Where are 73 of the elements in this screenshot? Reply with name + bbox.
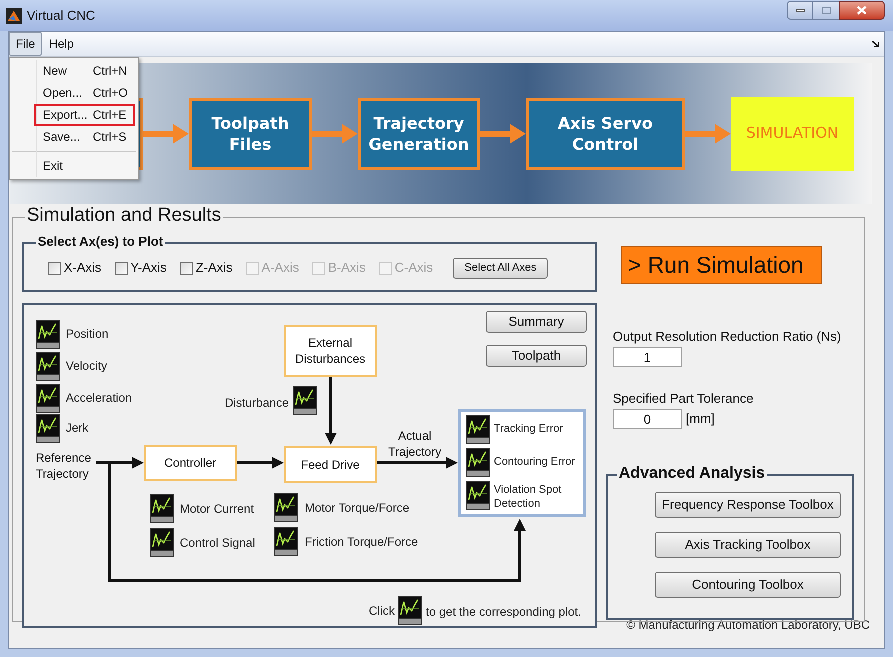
axis-checkbox[interactable]: Y-Axis: [114, 258, 167, 278]
toolbox-button[interactable]: Frequency Response Toolbox: [655, 492, 841, 518]
setting-label: Output Resolution Reduction Ratio (Ns): [613, 329, 842, 345]
close-button[interactable]: [839, 1, 885, 20]
plot-label: Acceleration: [66, 391, 132, 406]
setting-label: Specified Part Tolerance: [613, 391, 755, 407]
controller-block: Controller: [144, 445, 237, 481]
plot-label: Tracking Error: [494, 422, 564, 436]
plot-label: Position: [66, 327, 109, 342]
plot-icon[interactable]: [466, 415, 490, 444]
reference-trajectory-label: Reference Trajectory: [36, 450, 92, 482]
menu-item[interactable]: Open... Ctrl+O: [34, 82, 135, 104]
actual-trajectory-label: Actual Trajectory: [388, 428, 442, 460]
plot-icon[interactable]: [36, 320, 60, 349]
plot-label: Contouring Error: [494, 455, 576, 469]
plot-icon[interactable]: [293, 386, 317, 415]
group-title: Select Ax(es) to Plot: [36, 234, 166, 250]
summary-button[interactable]: Summary: [486, 311, 587, 333]
unit-label: [mm]: [686, 410, 715, 428]
close-icon: [857, 6, 867, 15]
plot-icon[interactable]: [274, 527, 298, 556]
arrow: [685, 122, 731, 146]
plot-label: Motor Current: [180, 502, 254, 517]
setting-field[interactable]: 1: [613, 347, 682, 367]
maximize-button[interactable]: [813, 1, 839, 20]
hint-text: to get the corresponding plot.: [426, 605, 582, 620]
stage-block: Axis Servo Control: [526, 98, 685, 170]
arrow: [96, 457, 144, 469]
minimize-button[interactable]: [787, 1, 813, 20]
plot-icon[interactable]: [150, 494, 174, 523]
toolbox-button[interactable]: Contouring Toolbox: [655, 572, 841, 598]
window-title: Virtual CNC: [27, 6, 96, 25]
arrow: [237, 457, 284, 469]
menu-item[interactable]: Exit: [34, 155, 135, 177]
group-title: Advanced Analysis: [617, 464, 768, 483]
arrow: [325, 377, 337, 445]
plot-icon[interactable]: [36, 384, 60, 413]
plot-label: Violation Spot Detection: [494, 483, 563, 511]
hint-text: Click: [369, 604, 395, 619]
toolpath-button[interactable]: Toolpath: [486, 345, 587, 367]
stage-block: Trajectory Generation: [358, 98, 480, 170]
plot-label: Control Signal: [180, 536, 256, 551]
select-all-button[interactable]: Select All Axes: [453, 258, 548, 278]
disturbances-block: External Disturbances: [284, 325, 377, 377]
feed-drive-block: Feed Drive: [284, 446, 377, 483]
plot-icon[interactable]: [150, 528, 174, 557]
toolbox-button[interactable]: Axis Tracking Toolbox: [655, 532, 841, 558]
menu-item[interactable]: New Ctrl+N: [34, 60, 135, 82]
plot-icon[interactable]: [466, 448, 490, 477]
plot-label: Friction Torque/Force: [305, 535, 418, 550]
plot-icon[interactable]: [466, 481, 490, 510]
plot-label: Velocity: [66, 359, 108, 374]
axis-checkbox[interactable]: X-Axis: [48, 258, 102, 278]
plot-icon[interactable]: [36, 414, 60, 443]
setting-field[interactable]: 0: [613, 409, 682, 429]
arrow: [480, 122, 526, 146]
plot-icon[interactable]: [36, 352, 60, 381]
plot-label: Disturbance: [224, 396, 289, 411]
app-logo-icon: [6, 8, 22, 24]
menu-item[interactable]: Help: [42, 32, 82, 56]
stage-block: Toolpath Files: [189, 98, 312, 170]
run-simulation-button[interactable]: > Run Simulation: [621, 246, 822, 284]
plot-label: Motor Torque/Force: [305, 501, 410, 516]
plot-label: Jerk: [66, 421, 89, 436]
menu-item[interactable]: Export... Ctrl+E: [34, 104, 135, 126]
menu-item[interactable]: Save... Ctrl+S: [34, 126, 135, 148]
plot-icon[interactable]: [274, 493, 298, 522]
plot-icon[interactable]: [398, 596, 422, 625]
resize-arrow-icon: [872, 41, 879, 47]
stage-block: SIMULATION: [731, 96, 854, 170]
menu-item[interactable]: File: [9, 32, 42, 56]
arrow: [312, 122, 358, 146]
axis-checkbox[interactable]: Z-Axis: [180, 258, 233, 278]
